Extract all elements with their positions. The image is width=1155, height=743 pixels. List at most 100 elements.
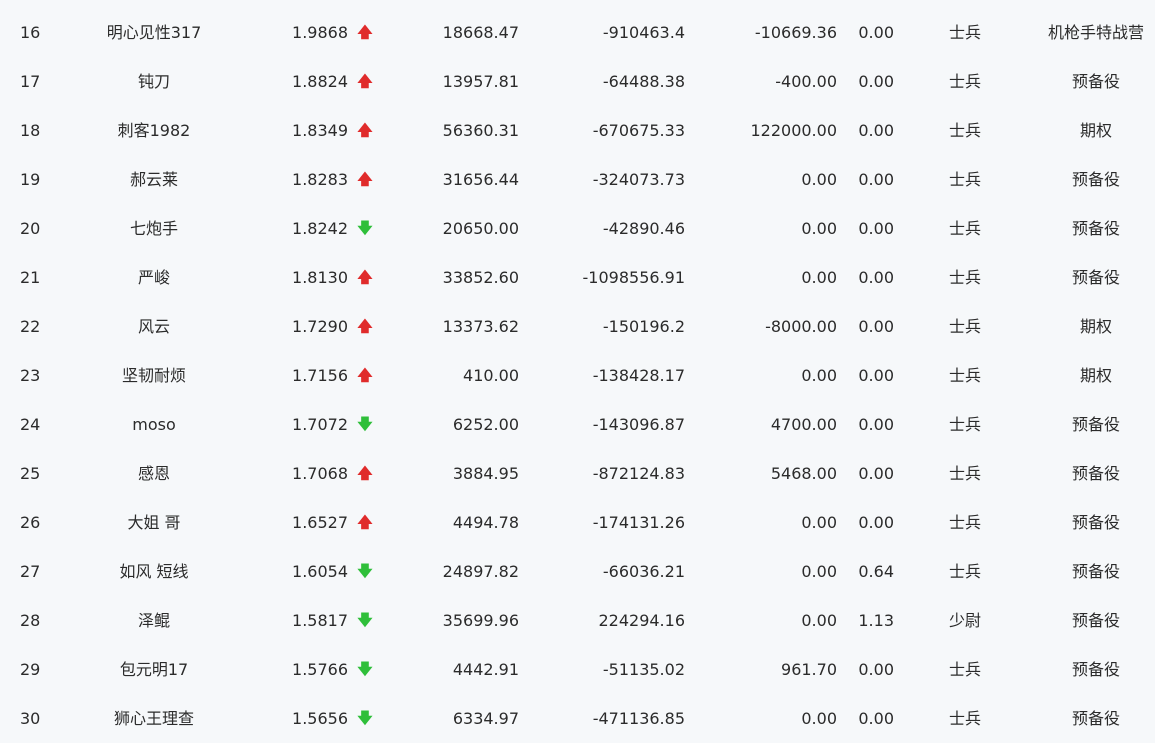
name-cell[interactable]: 钝刀 [64,57,244,106]
arrow-up-icon: 🡅 [357,317,373,335]
value-a-cell: 13373.62 [442,317,519,336]
rank-cell: 30 [20,709,41,728]
score-cell: 1.8130 [292,268,348,287]
name-cell[interactable]: 如风 短线 [64,547,244,596]
value-c-cell: 0.00 [801,170,837,189]
name-cell[interactable]: 严峻 [64,253,244,302]
table-row[interactable]: 17 钝刀 1.8824 🡅 13957.81 -64488.38 -400.0… [0,57,1155,106]
table-row[interactable]: 25 感恩 1.7068 🡅 3884.95 -872124.83 5468.0… [0,449,1155,498]
name-cell[interactable]: 明心见性317 [64,8,244,57]
value-b-cell: -138428.17 [592,366,685,385]
score-cell: 1.7156 [292,366,348,385]
group-cell: 预备役 [1071,464,1120,483]
name-cell[interactable]: 包元明17 [64,645,244,694]
title-cell: 士兵 [948,121,981,140]
value-b-cell: -42890.46 [602,219,685,238]
name-cell[interactable]: 大姐 哥 [64,498,244,547]
value-c-cell: -8000.00 [765,317,837,336]
value-c-cell: -10669.36 [754,23,837,42]
title-cell: 士兵 [948,170,981,189]
name-cell[interactable]: 郝云莱 [64,155,244,204]
value-b-cell: 224294.16 [598,611,685,630]
value-d-cell: 0.00 [858,268,894,287]
rank-cell: 16 [20,23,41,42]
title-cell: 士兵 [948,219,981,238]
arrow-down-icon: 🡇 [357,415,373,433]
name-cell[interactable]: 七炮手 [64,204,244,253]
table-row[interactable]: 23 坚韧耐烦 1.7156 🡅 410.00 -138428.17 0.00 … [0,351,1155,400]
value-b-cell: -670675.33 [592,121,685,140]
title-cell: 士兵 [948,464,981,483]
rank-cell: 22 [20,317,41,336]
name-cell[interactable]: 风云 [64,302,244,351]
value-c-cell: 0.00 [801,268,837,287]
table-row[interactable]: 22 风云 1.7290 🡅 13373.62 -150196.2 -8000.… [0,302,1155,351]
rank-cell: 20 [20,219,41,238]
table-row[interactable]: 16 明心见性317 1.9868 🡅 18668.47 -910463.4 -… [0,8,1155,57]
title-cell: 士兵 [948,660,981,679]
value-a-cell: 6334.97 [452,709,519,728]
name-cell[interactable]: 坚韧耐烦 [64,351,244,400]
table-row[interactable]: 19 郝云莱 1.8283 🡅 31656.44 -324073.73 0.00… [0,155,1155,204]
table-row[interactable]: 21 严峻 1.8130 🡅 33852.60 -1098556.91 0.00… [0,253,1155,302]
group-cell: 期权 [1079,121,1112,140]
group-cell: 预备役 [1071,415,1120,434]
name-cell[interactable]: 感恩 [64,449,244,498]
value-a-cell: 31656.44 [442,170,519,189]
group-cell: 预备役 [1071,562,1120,581]
table-row[interactable]: 29 包元明17 1.5766 🡇 4442.91 -51135.02 961.… [0,645,1155,694]
value-b-cell: -64488.38 [602,72,685,91]
value-d-cell: 0.00 [858,170,894,189]
table-row[interactable]: 18 刺客1982 1.8349 🡅 56360.31 -670675.33 1… [0,106,1155,155]
score-cell: 1.9868 [292,23,348,42]
value-b-cell: -66036.21 [602,562,685,581]
rank-cell: 21 [20,268,41,287]
table-row[interactable]: 30 狮心王理查 1.5656 🡇 6334.97 -471136.85 0.0… [0,694,1155,743]
arrow-down-icon: 🡇 [357,562,373,580]
name-cell[interactable]: 刺客1982 [64,106,244,155]
title-cell: 少尉 [948,611,981,630]
table-row[interactable]: 27 如风 短线 1.6054 🡇 24897.82 -66036.21 0.0… [0,547,1155,596]
group-cell: 预备役 [1071,660,1120,679]
value-b-cell: -1098556.91 [582,268,685,287]
arrow-down-icon: 🡇 [357,709,373,727]
group-cell: 预备役 [1071,513,1120,532]
value-c-cell: 0.00 [801,562,837,581]
score-cell: 1.6527 [292,513,348,532]
score-cell: 1.5766 [292,660,348,679]
arrow-down-icon: 🡇 [357,219,373,237]
value-b-cell: -324073.73 [592,170,685,189]
value-d-cell: 0.64 [858,562,894,581]
name-cell[interactable]: 狮心王理查 [64,694,244,743]
value-d-cell: 0.00 [858,464,894,483]
title-cell: 士兵 [948,366,981,385]
value-c-cell: 0.00 [801,611,837,630]
title-cell: 士兵 [948,709,981,728]
arrow-up-icon: 🡅 [357,121,373,139]
value-c-cell: 0.00 [801,366,837,385]
rank-cell: 29 [20,660,41,679]
rank-cell: 18 [20,121,41,140]
value-d-cell: 1.13 [858,611,894,630]
group-cell: 预备役 [1071,170,1120,189]
value-b-cell: -872124.83 [592,464,685,483]
table-row[interactable]: 26 大姐 哥 1.6527 🡅 4494.78 -174131.26 0.00… [0,498,1155,547]
score-cell: 1.8824 [292,72,348,91]
arrow-up-icon: 🡅 [357,170,373,188]
table-row[interactable]: 24 moso 1.7072 🡇 6252.00 -143096.87 4700… [0,400,1155,449]
rank-cell: 25 [20,464,41,483]
arrow-up-icon: 🡅 [357,23,373,41]
value-c-cell: 0.00 [801,709,837,728]
value-c-cell: 961.70 [781,660,837,679]
name-cell[interactable]: 泽鲲 [64,596,244,645]
group-cell: 机枪手特战营 [1047,23,1144,42]
value-d-cell: 0.00 [858,317,894,336]
rank-cell: 28 [20,611,41,630]
value-d-cell: 0.00 [858,121,894,140]
name-cell[interactable]: moso [64,400,244,449]
table-row[interactable]: 20 七炮手 1.8242 🡇 20650.00 -42890.46 0.00 … [0,204,1155,253]
score-cell: 1.7290 [292,317,348,336]
table-row[interactable]: 28 泽鲲 1.5817 🡇 35699.96 224294.16 0.00 1… [0,596,1155,645]
score-cell: 1.8242 [292,219,348,238]
value-c-cell: 0.00 [801,513,837,532]
